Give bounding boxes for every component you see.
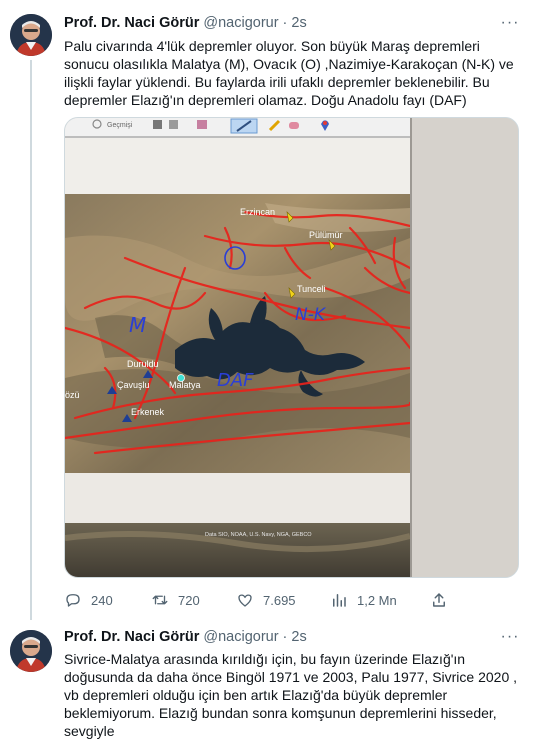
like-button[interactable]: 7.695 (236, 589, 296, 611)
map-attribution: Data SIO, NOAA, U.S. Navy, NGA, GEBCO (205, 532, 312, 538)
tweet-media-image[interactable]: Geçmişi M N-K DAF Erzincan Pülümür Tunce… (64, 117, 519, 578)
reply-icon (66, 594, 80, 607)
view-count: 1,2 Mn (357, 592, 397, 608)
tweet-header-2: Prof. Dr. Naci Görür @nacigorur · 2s (64, 627, 307, 647)
author-handle[interactable]: @nacigorur (203, 15, 278, 31)
label-ozu: özü (65, 390, 80, 400)
bar-chart-icon (333, 594, 346, 607)
author-name[interactable]: Prof. Dr. Naci Görür (64, 15, 199, 31)
tweet-action-bar: 240 720 7.695 1,2 Mn (64, 589, 464, 611)
toolbar-history-label: Geçmişi (107, 122, 133, 129)
more-icon: ··· (500, 14, 520, 31)
label-malatya: Malatya (169, 380, 201, 390)
tweet-text-2: Sivrice-Malatya arasında kırıldığı için,… (64, 651, 518, 739)
separator-dot: · (282, 15, 288, 31)
tweet-header: Prof. Dr. Naci Görür @nacigorur · 2s (64, 13, 307, 33)
views-button[interactable]: 1,2 Mn (330, 589, 397, 611)
reply-count: 240 (91, 592, 113, 608)
more-options-button-2[interactable]: ··· (499, 627, 521, 647)
retweet-button[interactable]: 720 (151, 589, 200, 611)
reply-button[interactable]: 240 (64, 589, 113, 611)
tweet-text: Palu civarında 4'lük depremler oluyor. S… (64, 38, 514, 108)
like-count: 7.695 (263, 592, 296, 608)
author-handle-2[interactable]: @nacigorur (203, 629, 278, 645)
label-duruldu: Duruldu (127, 359, 159, 369)
annotation-m: M (129, 313, 146, 337)
label-cavuslu: Çavuşlu (117, 380, 150, 390)
label-tunceli: Tunceli (297, 284, 326, 294)
author-name-2[interactable]: Prof. Dr. Naci Görür (64, 629, 199, 645)
label-pulumur: Pülümür (309, 230, 343, 240)
retweet-count: 720 (178, 592, 200, 608)
tweet-timestamp[interactable]: 2s (291, 15, 306, 31)
share-icon (433, 593, 445, 607)
retweet-icon (152, 595, 168, 605)
tweet-2[interactable]: Prof. Dr. Naci Görür @nacigorur · 2s ···… (0, 620, 539, 741)
more-icon: ··· (500, 628, 520, 645)
separator-dot-2: · (282, 629, 288, 645)
label-erkenek: Erkenek (131, 407, 165, 417)
annotation-nk: N-K (295, 305, 327, 325)
author-avatar-2[interactable] (10, 630, 52, 672)
annotation-daf: DAF (217, 370, 254, 391)
author-avatar[interactable] (10, 14, 52, 56)
thread-line (30, 60, 32, 620)
share-button[interactable] (430, 589, 457, 611)
more-options-button[interactable]: ··· (499, 13, 521, 33)
heart-icon (238, 594, 252, 607)
tweet-timestamp-2[interactable]: 2s (291, 629, 306, 645)
tweet-1[interactable]: Prof. Dr. Naci Görür @nacigorur · 2s ···… (0, 0, 539, 620)
label-erzincan: Erzincan (240, 207, 275, 217)
